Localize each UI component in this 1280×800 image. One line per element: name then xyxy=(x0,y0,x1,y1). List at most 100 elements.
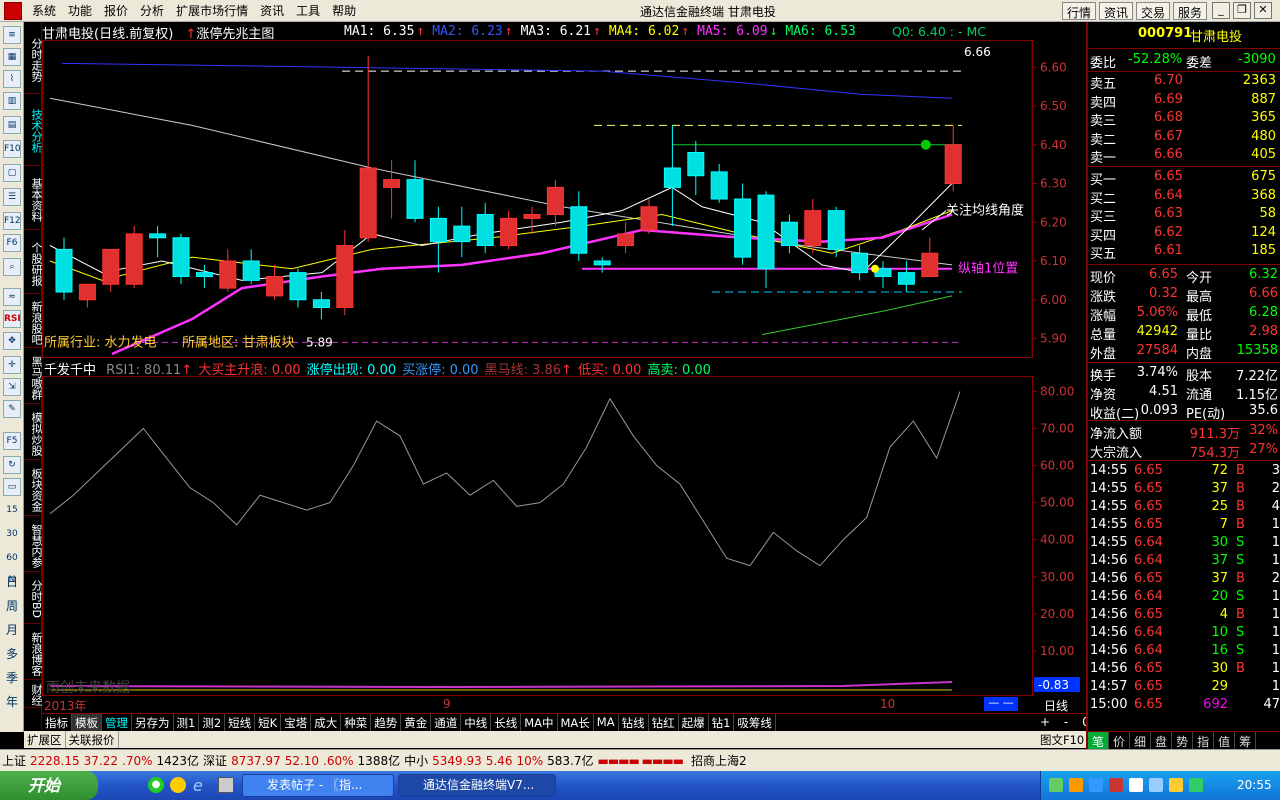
template-tab[interactable]: MA长 xyxy=(558,714,594,731)
task-tdx[interactable]: 通达信金融终端V7... xyxy=(398,774,556,797)
tab-fundamentals[interactable]: 基本资料 xyxy=(24,170,43,230)
news-icon[interactable]: ☰ xyxy=(3,188,21,206)
template-tab[interactable]: 钻红 xyxy=(649,714,679,731)
tab-intraday[interactable]: 分时走势 xyxy=(24,26,43,94)
restore-icon[interactable]: ❐ xyxy=(1233,2,1251,19)
template-tab[interactable]: 指标 xyxy=(42,714,72,731)
template-tab[interactable]: 起爆 xyxy=(679,714,709,731)
zoom-in-button[interactable]: + xyxy=(1040,715,1050,729)
grid-icon[interactable]: ▦ xyxy=(3,48,21,66)
menu-system[interactable]: 系统 xyxy=(26,2,62,19)
tray-volume-icon[interactable] xyxy=(1129,778,1143,792)
menu-analysis[interactable]: 分析 xyxy=(134,2,170,19)
template-tab[interactable]: 长线 xyxy=(491,714,522,731)
template-tab[interactable]: 钻线 xyxy=(619,714,649,731)
quote-tab[interactable]: 筹 xyxy=(1235,732,1257,749)
template-tab[interactable]: 短线 xyxy=(225,714,256,731)
period-quarter[interactable]: 季 xyxy=(0,666,24,690)
tab-research[interactable]: 个股研报 xyxy=(24,234,43,294)
tab-technical[interactable]: 技术分析 xyxy=(24,96,43,166)
period-week[interactable]: 周 xyxy=(0,594,24,618)
tray-im-icon[interactable] xyxy=(1149,778,1163,792)
move-icon[interactable]: ✛ xyxy=(3,356,21,374)
quick-launch-plus-icon[interactable] xyxy=(170,777,186,793)
tray-app-icon[interactable] xyxy=(1049,778,1063,792)
scroll-indicator[interactable]: — — xyxy=(984,697,1018,711)
template-tab[interactable]: 吸筹线 xyxy=(734,714,776,731)
period-60[interactable]: 60 xyxy=(3,550,21,568)
tray-antivirus-icon[interactable] xyxy=(1109,778,1123,792)
export-icon[interactable]: ⇲ xyxy=(3,378,21,396)
tab-sector-funds[interactable]: 板块资金 xyxy=(24,464,43,516)
quote-tab[interactable]: 笔 xyxy=(1088,732,1110,749)
close-icon[interactable]: ✕ xyxy=(1254,2,1272,19)
search-icon[interactable]: ⌕ xyxy=(3,258,21,276)
period-year[interactable]: 年 xyxy=(0,690,24,714)
menu-help[interactable]: 帮助 xyxy=(326,2,362,19)
template-tab[interactable]: 中线 xyxy=(461,714,492,731)
service-button[interactable]: 服务 xyxy=(1173,2,1208,20)
candlestick-chart[interactable]: 6.60 6.50 6.40 6.30 6.20 6.10 6.00 5.90 关注均线角度纵轴… xyxy=(42,40,1086,358)
menu-ext-market[interactable]: 扩展市场行情 xyxy=(170,2,254,19)
f10-icon[interactable]: F10 xyxy=(3,140,21,158)
quote-tab[interactable]: 细 xyxy=(1130,732,1152,749)
f5-icon[interactable]: F5 xyxy=(3,432,21,450)
quote-tab[interactable]: 盘 xyxy=(1151,732,1173,749)
period-15[interactable]: 15 xyxy=(3,502,21,520)
clock[interactable]: 20:55 xyxy=(1237,771,1272,800)
window-icon[interactable]: ▭ xyxy=(3,478,21,496)
f10-graph-label[interactable]: 图文F10 xyxy=(1040,732,1084,748)
tray-safety-icon[interactable] xyxy=(1189,778,1203,792)
zoom-out-button[interactable]: - xyxy=(1064,715,1068,729)
template-tab[interactable]: 种菜 xyxy=(341,714,372,731)
menu-tools[interactable]: 工具 xyxy=(290,2,326,19)
f6-icon[interactable]: F6 xyxy=(3,234,21,252)
expand-icon[interactable]: ✥ xyxy=(3,332,21,350)
period-day[interactable]: 日 xyxy=(0,570,24,594)
template-tab[interactable]: 测1 xyxy=(174,714,200,731)
quote-button[interactable]: 行情 xyxy=(1062,2,1097,20)
menu-function[interactable]: 功能 xyxy=(62,2,98,19)
refresh-icon[interactable]: ↻ xyxy=(3,456,21,474)
desktop-icon[interactable] xyxy=(218,777,234,793)
tab-sina-bar[interactable]: 新浪股吧 xyxy=(24,298,43,348)
template-tab[interactable]: 模板 xyxy=(72,714,102,731)
period-30[interactable]: 30 xyxy=(3,526,21,544)
template-tab[interactable]: 宝塔 xyxy=(281,714,312,731)
pen-icon[interactable]: ✎ xyxy=(3,400,21,418)
candle-icon[interactable]: ▥ xyxy=(3,92,21,110)
menu-news[interactable]: 资讯 xyxy=(254,2,290,19)
template-tab[interactable]: 趋势 xyxy=(371,714,402,731)
tray-update-icon[interactable] xyxy=(1169,778,1183,792)
news-button[interactable]: 资讯 xyxy=(1099,2,1134,20)
template-tab[interactable]: MA中 xyxy=(521,714,558,731)
quote-tab[interactable]: 指 xyxy=(1193,732,1215,749)
template-tab[interactable]: 钻1 xyxy=(709,714,735,731)
tab-sina-blog[interactable]: 新浪博客 xyxy=(24,628,43,680)
minimize-icon[interactable]: _ xyxy=(1212,2,1230,19)
period-month[interactable]: 月 xyxy=(0,618,24,642)
quote-list-icon[interactable]: ≡ xyxy=(3,26,21,44)
template-tab[interactable]: 成大 xyxy=(311,714,342,731)
rsi-chart[interactable]: 80.00 70.00 60.00 50.00 40.00 30.00 20.00 10.00… xyxy=(42,376,1086,696)
template-tab[interactable]: 黄金 xyxy=(401,714,432,731)
ie-icon[interactable]: e xyxy=(193,776,203,795)
tab-intraday-bd[interactable]: 分时BD xyxy=(24,576,43,624)
menu-quote[interactable]: 报价 xyxy=(98,2,134,19)
tab-extension[interactable]: 扩展区 xyxy=(24,731,66,748)
template-tab[interactable]: 测2 xyxy=(199,714,226,731)
line-chart-icon[interactable]: ⌇ xyxy=(3,70,21,88)
template-tab[interactable]: 通道 xyxy=(431,714,462,731)
quote-tab[interactable]: 势 xyxy=(1172,732,1194,749)
template-tab[interactable]: 另存为 xyxy=(132,714,174,731)
indicator-icon[interactable]: ≈ xyxy=(3,288,21,306)
start-button[interactable]: 开始 xyxy=(0,771,98,800)
tab-related-quote[interactable]: 关联报价 xyxy=(66,731,119,748)
tab-insight[interactable]: 智慧内参 xyxy=(24,520,43,572)
tray-security-icon[interactable] xyxy=(1089,778,1103,792)
tab-darkhorse[interactable]: 黑马嗷群 xyxy=(24,352,43,404)
quick-launch-icon[interactable]: ● xyxy=(148,777,164,793)
quote-tab[interactable]: 价 xyxy=(1109,732,1131,749)
period-multi[interactable]: 多 xyxy=(0,642,24,666)
table-icon[interactable]: ▤ xyxy=(3,116,21,134)
